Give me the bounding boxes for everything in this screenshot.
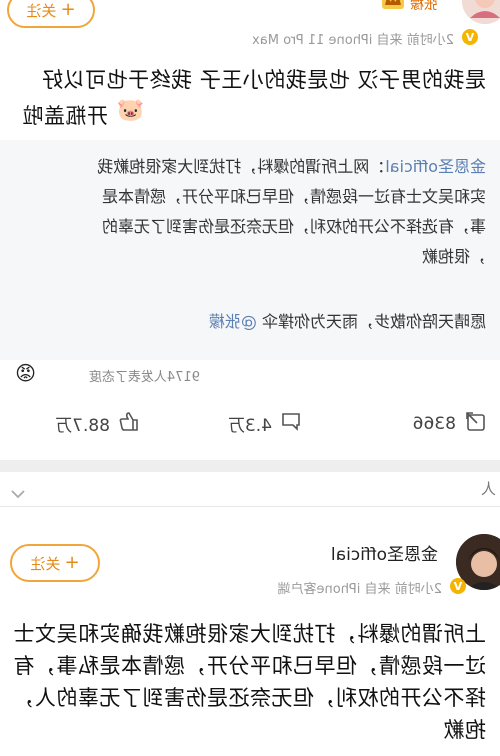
plus-icon: + — [64, 552, 80, 573]
weibo-feed: 张檬 V 2小时前 来自 iPhone 11 Pro Max + 关注 是我的男… — [0, 0, 500, 756]
post-text-line: 过一段感情，但早已和平分开，感情本是私事，有 — [13, 654, 486, 678]
post-text-line: 上所谓的爆料，打扰到大家很抱歉我确实和吴文士 — [13, 622, 486, 646]
share-icon — [464, 410, 486, 437]
post-text-line: 是我的男子汉 也是我的小王子 我终于也可以好 — [41, 68, 486, 92]
post-device: iPhone 11 Pro Max — [252, 33, 373, 48]
member-crown-icon — [382, 0, 404, 9]
mention-link[interactable]: @张檬 — [209, 312, 257, 331]
feed-separator — [0, 460, 500, 472]
comment-button[interactable]: 4.3万 — [228, 410, 302, 437]
plus-icon: + — [60, 0, 76, 20]
post-from: 来自 — [364, 582, 391, 597]
repost-text-line: 事，有选择不公开的权利，但无奈还是伤害到了无辜的 — [101, 217, 486, 236]
comment-icon — [280, 410, 302, 437]
verified-badge-icon: V — [450, 578, 466, 594]
post-text-line: 择不公开的权利，但无奈还是伤害到了无辜的人， — [13, 686, 486, 710]
angry-emoji-icon: 😡 — [15, 361, 36, 385]
reaction-count[interactable]: 9174人发表了态度 — [89, 366, 200, 385]
post-meta: 2小时前 来自 iPhone客户端 — [278, 578, 442, 597]
post-device: iPhone客户端 — [277, 582, 361, 597]
chevron-down-icon[interactable] — [10, 484, 26, 503]
repost-text-line: 实和吴文士有过一段感情，但早已和平分开，感情本是 — [101, 187, 486, 206]
post-text-line: 抱歉 — [443, 718, 486, 742]
post-from: 来自 — [376, 33, 403, 48]
author-name[interactable]: 金恩圣official — [331, 540, 438, 565]
share-button[interactable]: 8366 — [413, 410, 486, 437]
repost-author-link[interactable]: 金恩圣official — [385, 157, 486, 176]
post-time: 2小时前 — [394, 582, 442, 597]
repost-quote-line: 愿晴天陪你散步，雨天为你撑伞 @张檬 — [208, 312, 486, 331]
post-text-line: 开瓶盖啦 — [22, 104, 108, 128]
post-meta: 2小时前 来自 iPhone 11 Pro Max — [252, 29, 454, 48]
author-avatar[interactable] — [462, 0, 500, 24]
author-name[interactable]: 张檬 — [410, 0, 438, 14]
thumbs-up-icon — [118, 410, 140, 437]
divider — [0, 506, 500, 507]
verified-badge-icon: V — [462, 29, 478, 45]
follow-button[interactable]: + 关注 — [7, 0, 95, 28]
separator-label: 人 — [480, 480, 496, 498]
post-time: 2小时前 — [406, 33, 454, 48]
like-button[interactable]: 88.7万 — [55, 410, 140, 437]
repost-text-line: 金恩圣official：网上所谓的爆料，打扰到大家很抱歉我 — [97, 157, 486, 176]
repost-text-line: ，很抱歉 — [421, 247, 486, 266]
follow-button[interactable]: + 关注 — [10, 544, 100, 582]
pig-emoji-icon: 🐷 — [116, 98, 144, 123]
